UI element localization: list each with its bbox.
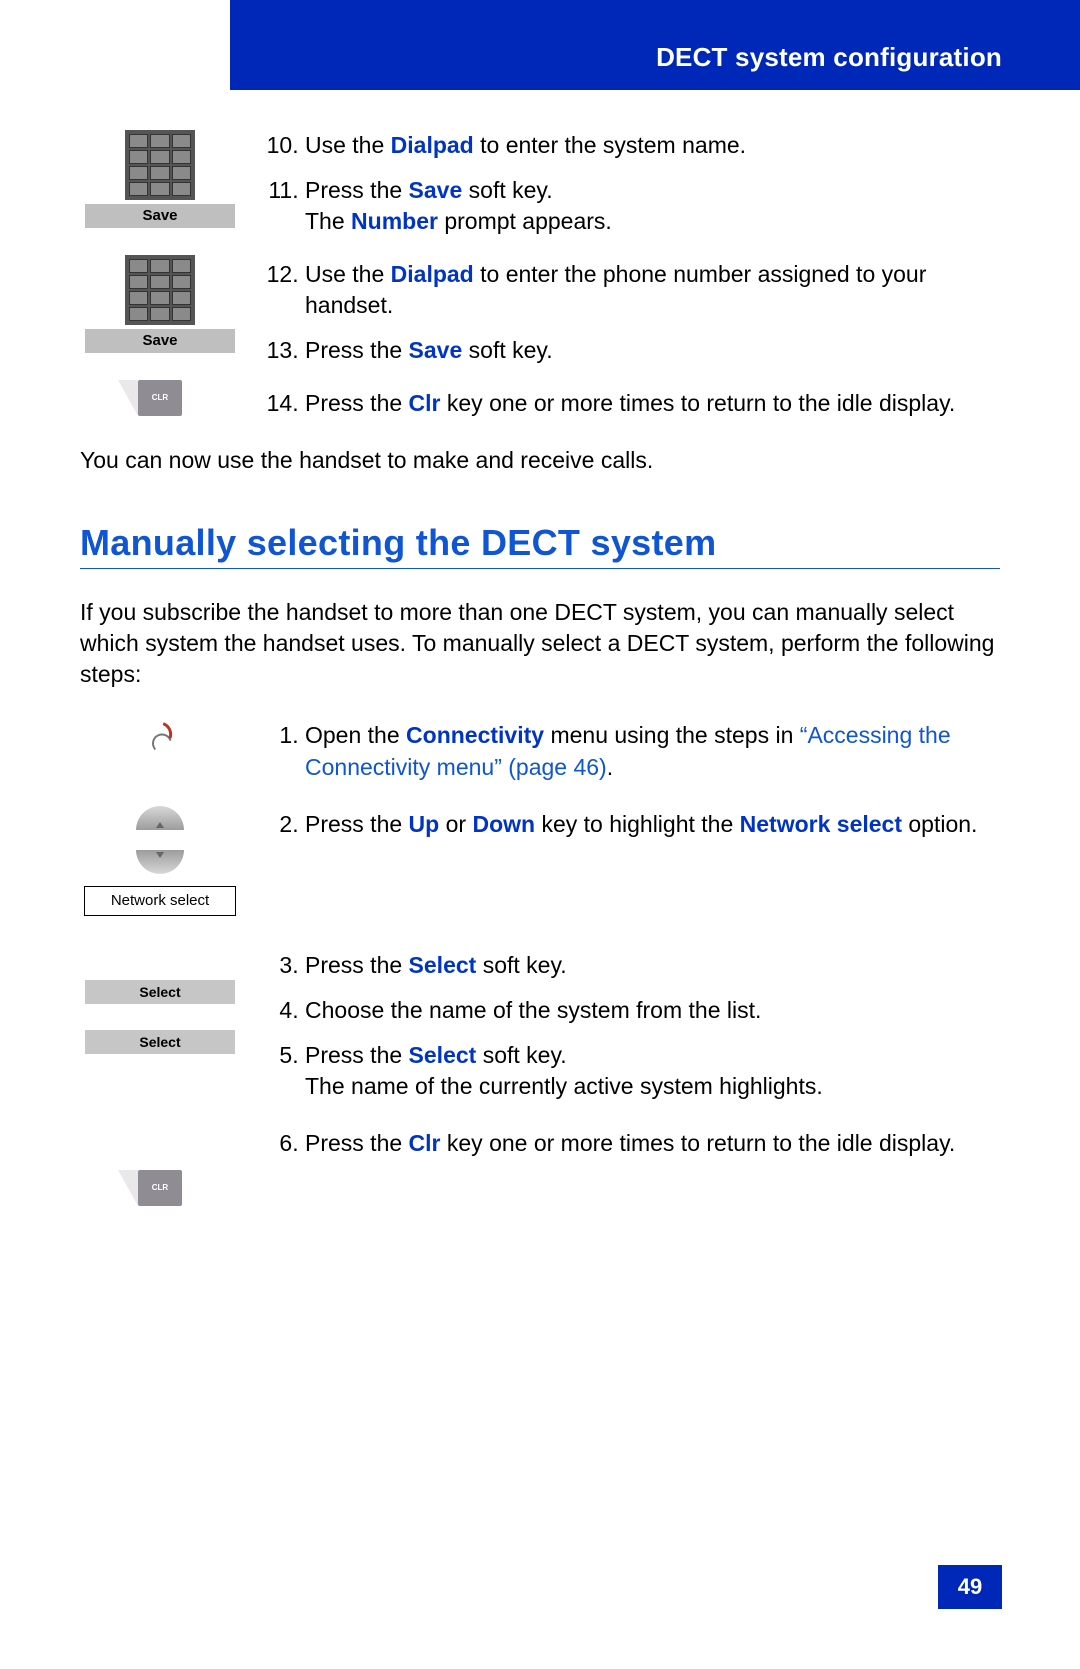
dialpad-icon [125, 255, 195, 325]
step-text: Press the [305, 390, 409, 416]
steps-bottom-row: Network select Select Select CLR Open th… [0, 720, 1080, 1158]
connectivity-icon [144, 720, 176, 752]
step-3: Press the Select soft key. [305, 950, 1000, 981]
dialpad-save-icon-1: Save [80, 130, 240, 228]
connectivity-term: Connectivity [406, 722, 544, 748]
steps-top-row: Save Save CLR [0, 130, 1080, 419]
step-5: Press the Select soft key. The name of t… [305, 1040, 1000, 1102]
number-term: Number [351, 208, 438, 234]
connectivity-icon-slot [80, 720, 240, 752]
step-text: soft key. [476, 952, 566, 978]
down-term: Down [472, 811, 535, 837]
step-text: to enter the system name. [474, 132, 746, 158]
step-text: option. [902, 811, 977, 837]
step-text: soft key. [462, 337, 552, 363]
step-text: or [439, 811, 472, 837]
step-text: key one or more times to return to the i… [441, 1130, 956, 1156]
select-softkey-label: Select [85, 980, 235, 1004]
page-number: 49 [938, 1565, 1002, 1609]
save-softkey-label: Save [85, 204, 235, 228]
updown-icon-slot: Network select [80, 800, 240, 916]
step-text: Choose the name of the system from the l… [305, 997, 761, 1023]
up-down-key-icon [125, 800, 195, 880]
step-text: Use the [305, 261, 391, 287]
select-softkey-2: Select [80, 1030, 240, 1054]
clr-term: Clr [409, 390, 441, 416]
step-12: Use the Dialpad to enter the phone numbe… [305, 259, 1000, 321]
step-text: Press the [305, 177, 409, 203]
step-text: Use the [305, 132, 391, 158]
save-term: Save [409, 337, 463, 363]
step-text: soft key. [476, 1042, 566, 1068]
up-term: Up [409, 811, 440, 837]
select-softkey-1: Select [80, 980, 240, 1004]
step-text: Open the [305, 722, 406, 748]
step-4: Choose the name of the system from the l… [305, 995, 1000, 1026]
dialpad-term: Dialpad [391, 261, 474, 287]
step-text: Press the [305, 1042, 409, 1068]
steps-bottom: Open the Connectivity menu using the ste… [260, 720, 1000, 1158]
select-term: Select [409, 1042, 477, 1068]
closing-sentence: You can now use the handset to make and … [80, 447, 1000, 474]
dialpad-term: Dialpad [391, 132, 474, 158]
section-intro: If you subscribe the handset to more tha… [80, 597, 1000, 690]
select-term: Select [409, 952, 477, 978]
clr-text: CLR [152, 1184, 168, 1193]
step-text: . [607, 754, 613, 780]
clr-key-icon: CLR [138, 380, 182, 416]
page-content: Save Save CLR [0, 0, 1080, 1159]
network-select-term: Network select [740, 811, 902, 837]
select-softkey-label: Select [85, 1030, 235, 1054]
step-text: soft key. [462, 177, 552, 203]
step-13: Press the Save soft key. [305, 335, 1000, 366]
step-2: Press the Up or Down key to highlight th… [305, 809, 1000, 840]
clr-key-icon: CLR [138, 1170, 182, 1206]
step-text: menu using the steps in [544, 722, 800, 748]
clr-text: CLR [152, 394, 168, 403]
step-1: Open the Connectivity menu using the ste… [305, 720, 1000, 782]
step-14: Press the Clr key one or more times to r… [305, 388, 1000, 419]
step-text: Press the [305, 1130, 409, 1156]
network-select-label: Network select [84, 886, 236, 916]
step-subtext: The name of the currently active system … [305, 1071, 1000, 1102]
steps-top: Use the Dialpad to enter the system name… [260, 130, 1000, 419]
step-text: Press the [305, 952, 409, 978]
save-term: Save [409, 177, 463, 203]
step-11: Press the Save soft key. The Number prom… [305, 175, 1000, 237]
save-softkey-label: Save [85, 329, 235, 353]
dialpad-icon [125, 130, 195, 200]
page: DECT system configuration Save [0, 0, 1080, 1669]
clr-key-icon-1: CLR [80, 380, 240, 416]
step-text: key one or more times to return to the i… [441, 390, 956, 416]
step-text: The [305, 208, 351, 234]
step-text: Press the [305, 811, 409, 837]
step-6: Press the Clr key one or more times to r… [305, 1128, 1000, 1159]
section-heading: Manually selecting the DECT system [80, 522, 1000, 569]
dialpad-save-icon-2: Save [80, 255, 240, 353]
step-text: key to highlight the [535, 811, 740, 837]
clr-key-icon-2: CLR [80, 1170, 240, 1206]
step-text: prompt appears. [438, 208, 612, 234]
clr-term: Clr [409, 1130, 441, 1156]
step-10: Use the Dialpad to enter the system name… [305, 130, 1000, 161]
step-text: Press the [305, 337, 409, 363]
